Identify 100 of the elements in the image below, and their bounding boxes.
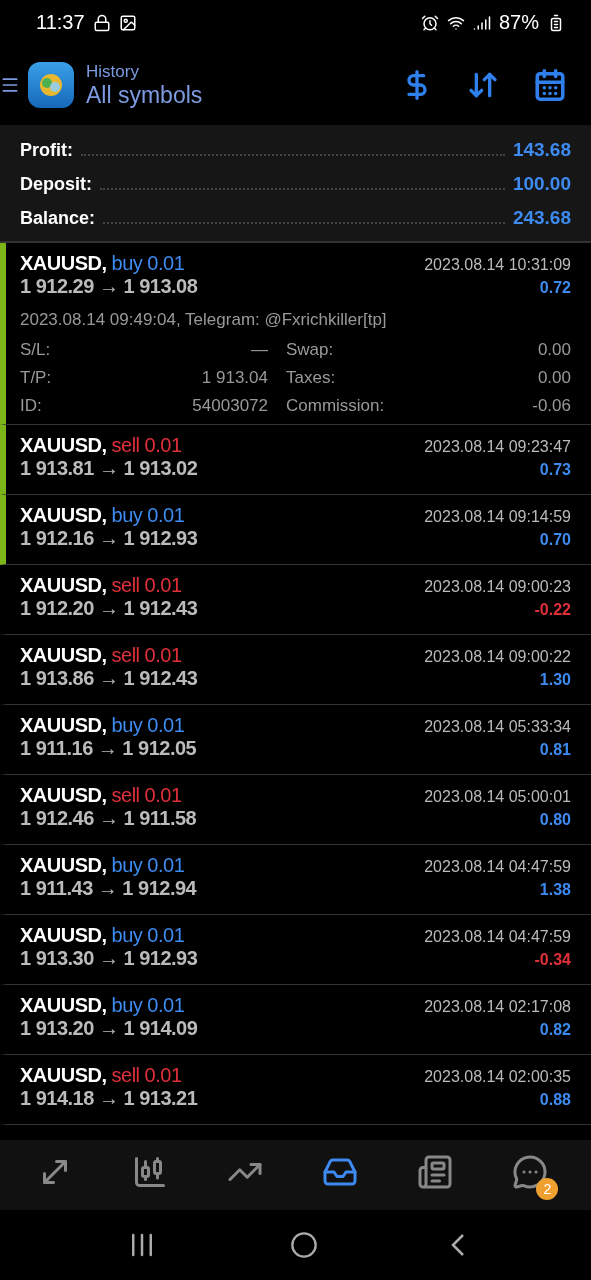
summary-value: 243.68: [512, 207, 571, 229]
menu-icon: [0, 75, 20, 95]
deal-prices: 1 913.81 → 1 913.02: [20, 457, 198, 480]
deal-profit: 0.81: [539, 741, 571, 759]
deal-prices: 1 911.43 → 1 912.94: [20, 877, 197, 900]
deal-row[interactable]: XAUUSD, buy 0.01 2023.08.14 09:14:59 1 912.16 → 1 912.93 0.70: [0, 495, 591, 565]
deal-side: buy 0.01: [111, 994, 185, 1016]
deal-prices: 1 913.30 → 1 912.93: [20, 947, 198, 970]
deal-time: 2023.08.14 05:00:01: [424, 788, 571, 806]
detail-label: Swap:: [286, 340, 335, 360]
deal-profit: 0.73: [539, 461, 571, 479]
deal-side: sell 0.01: [111, 1064, 182, 1086]
clock-time: 11:37: [36, 11, 85, 34]
deal-prices: 1 912.16 → 1 912.93: [20, 527, 198, 550]
lock-icon: [92, 13, 111, 32]
deal-row[interactable]: XAUUSD, sell 0.01 2023.08.14 09:00:22 1 913.86 → 1 912.43 1.30: [0, 635, 591, 705]
deal-time: 2023.08.14 09:14:59: [424, 508, 571, 526]
chevron-left-icon: [450, 1233, 465, 1257]
deal-side: sell 0.01: [111, 784, 182, 806]
deal-time: 2023.08.14 09:00:22: [424, 648, 571, 666]
deal-symbol: XAUUSD,: [20, 854, 107, 876]
deal-row[interactable]: XAUUSD, buy 0.01 2023.08.14 04:47:59 1 911.43 → 1 912.94 1.38: [0, 845, 591, 915]
deal-time: 2023.08.14 09:00:23: [424, 578, 571, 596]
deal-profit: -0.22: [534, 601, 571, 619]
deal-side: buy 0.01: [111, 252, 185, 274]
summary-label: Deposit:: [20, 174, 92, 195]
detail-value: —: [250, 340, 269, 360]
deal-time: 2023.08.14 04:47:59: [424, 858, 571, 876]
deal-profit: 0.88: [539, 1091, 571, 1109]
summary-value: 143.68: [512, 139, 571, 161]
detail-value: -0.06: [532, 396, 571, 416]
detail-label: ID:: [20, 396, 43, 416]
deal-row[interactable]: XAUUSD, buy 0.01 2023.08.14 05:33:34 1 911.16 → 1 912.05 0.81: [0, 705, 591, 775]
deal-side: buy 0.01: [111, 854, 185, 876]
deal-row[interactable]: XAUUSD, sell 0.01 2023.08.14 05:00:01 1 912.46 → 1 911.58 0.80: [0, 775, 591, 845]
deal-symbol: XAUUSD,: [20, 784, 107, 806]
deal-row[interactable]: XAUUSD, sell 0.01 2023.08.14 02:00:35 1 914.18 → 1 913.21 0.88: [0, 1055, 591, 1125]
deal-symbol: XAUUSD,: [20, 252, 107, 274]
app-logo: [28, 62, 74, 108]
deal-symbol: XAUUSD,: [20, 574, 107, 596]
deal-side: buy 0.01: [111, 504, 185, 526]
deal-symbol: XAUUSD,: [20, 924, 107, 946]
deal-side: buy 0.01: [111, 714, 185, 736]
deal-side: sell 0.01: [111, 574, 182, 596]
detail-value: 54003072: [191, 396, 269, 416]
deal-comment: 2023.08.14 09:49:04, Telegram: @Fxrichkiller[tp]: [20, 310, 388, 330]
deal-profit: 0.82: [539, 1021, 571, 1039]
deal-time: 2023.08.14 04:47:59: [424, 928, 571, 946]
signal-icon: [472, 13, 491, 32]
deal-profit: -0.34: [534, 951, 571, 969]
detail-label: Commission:: [286, 396, 386, 416]
detail-value: 0.00: [536, 340, 571, 360]
detail-value: 1 913.04: [200, 368, 269, 388]
deal-symbol: XAUUSD,: [20, 504, 107, 526]
calendar-icon: [533, 68, 567, 102]
deal-profit: 0.70: [539, 531, 571, 549]
screen-title[interactable]: All symbols: [86, 81, 371, 109]
deal-side: buy 0.01: [111, 924, 185, 946]
summary-value: 100.00: [512, 173, 571, 195]
circle-icon: [289, 1231, 318, 1259]
deal-time: 2023.08.14 09:23:47: [424, 438, 571, 456]
deal-prices: 1 911.16 → 1 912.05: [20, 737, 197, 760]
deal-symbol: XAUUSD,: [20, 994, 107, 1016]
detail-label: S/L:: [20, 340, 52, 360]
deal-symbol: XAUUSD,: [20, 1064, 107, 1086]
screen-subtitle: History: [86, 61, 140, 82]
deal-time: 2023.08.14 10:31:09: [424, 256, 571, 274]
deal-time: 2023.08.14 02:17:08: [424, 998, 571, 1016]
deal-symbol: XAUUSD,: [20, 644, 107, 666]
deal-prices: 1 913.20 → 1 914.09: [20, 1017, 198, 1040]
deal-prices: 1 913.86 → 1 912.43: [20, 667, 198, 690]
alarm-icon: [420, 13, 439, 32]
deal-prices: 1 912.20 → 1 912.43: [20, 597, 198, 620]
deal-side: sell 0.01: [111, 434, 182, 456]
detail-value: 0.00: [536, 368, 571, 388]
deal-symbol: XAUUSD,: [20, 714, 107, 736]
menu-button[interactable]: [0, 75, 20, 95]
battery-percent: 87%: [498, 11, 539, 34]
deal-row[interactable]: XAUUSD, buy 0.01 2023.08.14 02:17:08 1 913.20 → 1 914.09 0.82: [0, 985, 591, 1055]
deal-profit: 0.72: [539, 279, 571, 297]
deal-profit: 0.80: [539, 811, 571, 829]
summary-label: Balance:: [20, 208, 96, 229]
deal-row[interactable]: XAUUSD, sell 0.01 2023.08.14 09:23:47 1 913.81 → 1 913.02 0.73: [0, 425, 591, 495]
summary-label: Profit:: [20, 140, 73, 161]
deal-row[interactable]: XAUUSD, buy 0.01 2023.08.14 04:47:59 1 913.30 → 1 912.93 -0.34: [0, 915, 591, 985]
deal-time: 2023.08.14 05:33:34: [424, 718, 571, 736]
deal-prices: 1 912.46 → 1 911.58: [20, 807, 197, 830]
deal-profit: 1.38: [539, 881, 571, 899]
image-icon: [118, 13, 137, 32]
detail-label: Taxes:: [286, 368, 337, 388]
detail-label: T/P:: [20, 368, 53, 388]
deal-side: sell 0.01: [111, 644, 182, 666]
deal-profit: 1.30: [539, 671, 571, 689]
deal-row[interactable]: XAUUSD, sell 0.01 2023.08.14 09:00:23 1 912.20 → 1 912.43 -0.22: [0, 565, 591, 635]
deal-prices: 1 914.18 → 1 913.21: [20, 1087, 198, 1110]
deal-symbol: XAUUSD,: [20, 434, 107, 456]
count-badge: 2: [536, 1178, 559, 1200]
deal-time: 2023.08.14 02:00:35: [424, 1068, 571, 1086]
deal-row[interactable]: XAUUSD, buy 0.01 2023.08.14 10:31:09 1 912.29 → 1 913.08 0.72 2023.08.14 09:49:04, Telegram: @Fxrichkiller[tp] S/L: — Swap: 0.00 T/P: 1 913.04 Taxes: 0.00 ID: 54003072 Commission: -0.06: [0, 243, 591, 425]
newspaper-icon: [417, 1154, 454, 1190]
